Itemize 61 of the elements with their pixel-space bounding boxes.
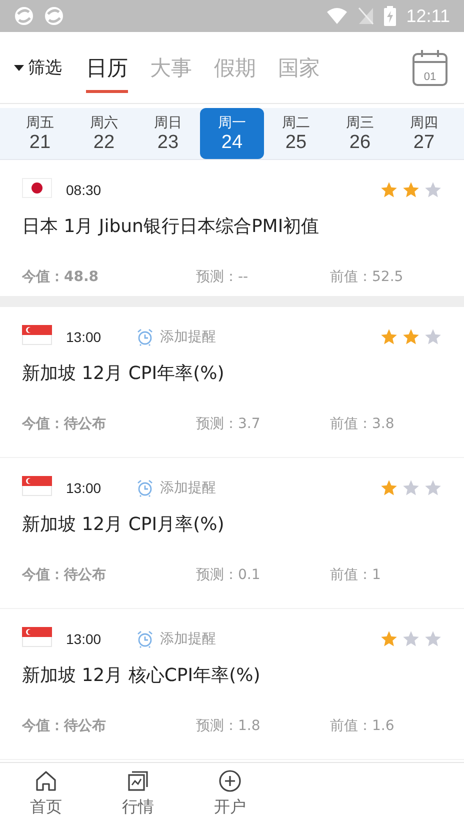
filter-button[interactable]: 筛选	[14, 56, 62, 79]
previous-value: 前值：1.6	[330, 717, 394, 735]
chart-icon	[126, 769, 150, 793]
forecast-value: 预测：0.1	[196, 566, 262, 584]
flag-icon	[22, 178, 52, 198]
date-item[interactable]: 周五 21	[8, 108, 72, 159]
actual-value: 今值：48.8	[22, 268, 100, 286]
star-icon	[424, 328, 442, 346]
previous-value: 前值：1	[330, 566, 381, 584]
star-icon	[424, 479, 442, 497]
plus-icon	[218, 769, 242, 793]
app-notification-icon	[14, 6, 34, 26]
event-title: 新加坡 12月 CPI年率(%)	[22, 362, 226, 385]
app-notification-icon	[44, 6, 64, 26]
alarm-clock-icon	[136, 328, 154, 346]
forecast-value: 预测：1.8	[196, 717, 262, 735]
actual-value: 今值：待公布	[22, 717, 107, 735]
star-icon	[424, 181, 442, 199]
star-icon	[424, 630, 442, 648]
event-time: 13:00	[66, 329, 102, 345]
star-icon	[402, 479, 420, 497]
actual-value: 今值：待公布	[22, 415, 107, 433]
battery-charging-icon	[384, 6, 396, 26]
home-icon	[34, 769, 58, 793]
wifi-icon	[326, 7, 348, 25]
event-title: 日本 1月 Jibun银行日本综合PMI初值	[22, 215, 320, 238]
tab[interactable]: 日历	[86, 48, 128, 93]
nav-tab[interactable]: 首页	[0, 763, 92, 824]
nav-tab[interactable]: 行情	[92, 763, 184, 824]
event-title: 新加坡 12月 核心CPI年率(%)	[22, 664, 262, 687]
star-icon	[402, 328, 420, 346]
star-icon	[380, 479, 398, 497]
flag-icon	[22, 476, 52, 496]
status-time: 12:11	[406, 6, 450, 26]
flag-icon	[22, 325, 52, 345]
star-icon	[402, 630, 420, 648]
previous-value: 前值：52.5	[330, 268, 404, 286]
star-icon	[402, 181, 420, 199]
date-item[interactable]: 周一 24	[200, 108, 264, 159]
date-item[interactable]: 周三 26	[328, 108, 392, 159]
date-item[interactable]: 周日 23	[136, 108, 200, 159]
date-item[interactable]: 周四 27	[392, 108, 456, 159]
event-time: 13:00	[66, 631, 102, 647]
nav-tab[interactable]: 开户	[184, 763, 276, 824]
alarm-clock-icon	[136, 479, 154, 497]
star-icon	[380, 181, 398, 199]
caret-icon	[14, 64, 24, 70]
date-item[interactable]: 周六 22	[72, 108, 136, 159]
date-item[interactable]: 周二 25	[264, 108, 328, 159]
forecast-value: 预测：3.7	[196, 415, 262, 433]
star-icon	[380, 328, 398, 346]
star-icon	[380, 630, 398, 648]
event-time: 08:30	[66, 182, 102, 198]
event-time: 13:00	[66, 480, 102, 496]
actual-value: 今值：待公布	[22, 566, 107, 584]
event-title: 新加坡 12月 CPI月率(%)	[22, 513, 226, 536]
alarm-clock-icon	[136, 630, 154, 648]
no-signal-icon	[358, 7, 374, 25]
forecast-value: 预测：--	[196, 268, 250, 286]
flag-icon	[22, 627, 52, 647]
previous-value: 前值：3.8	[330, 415, 394, 433]
